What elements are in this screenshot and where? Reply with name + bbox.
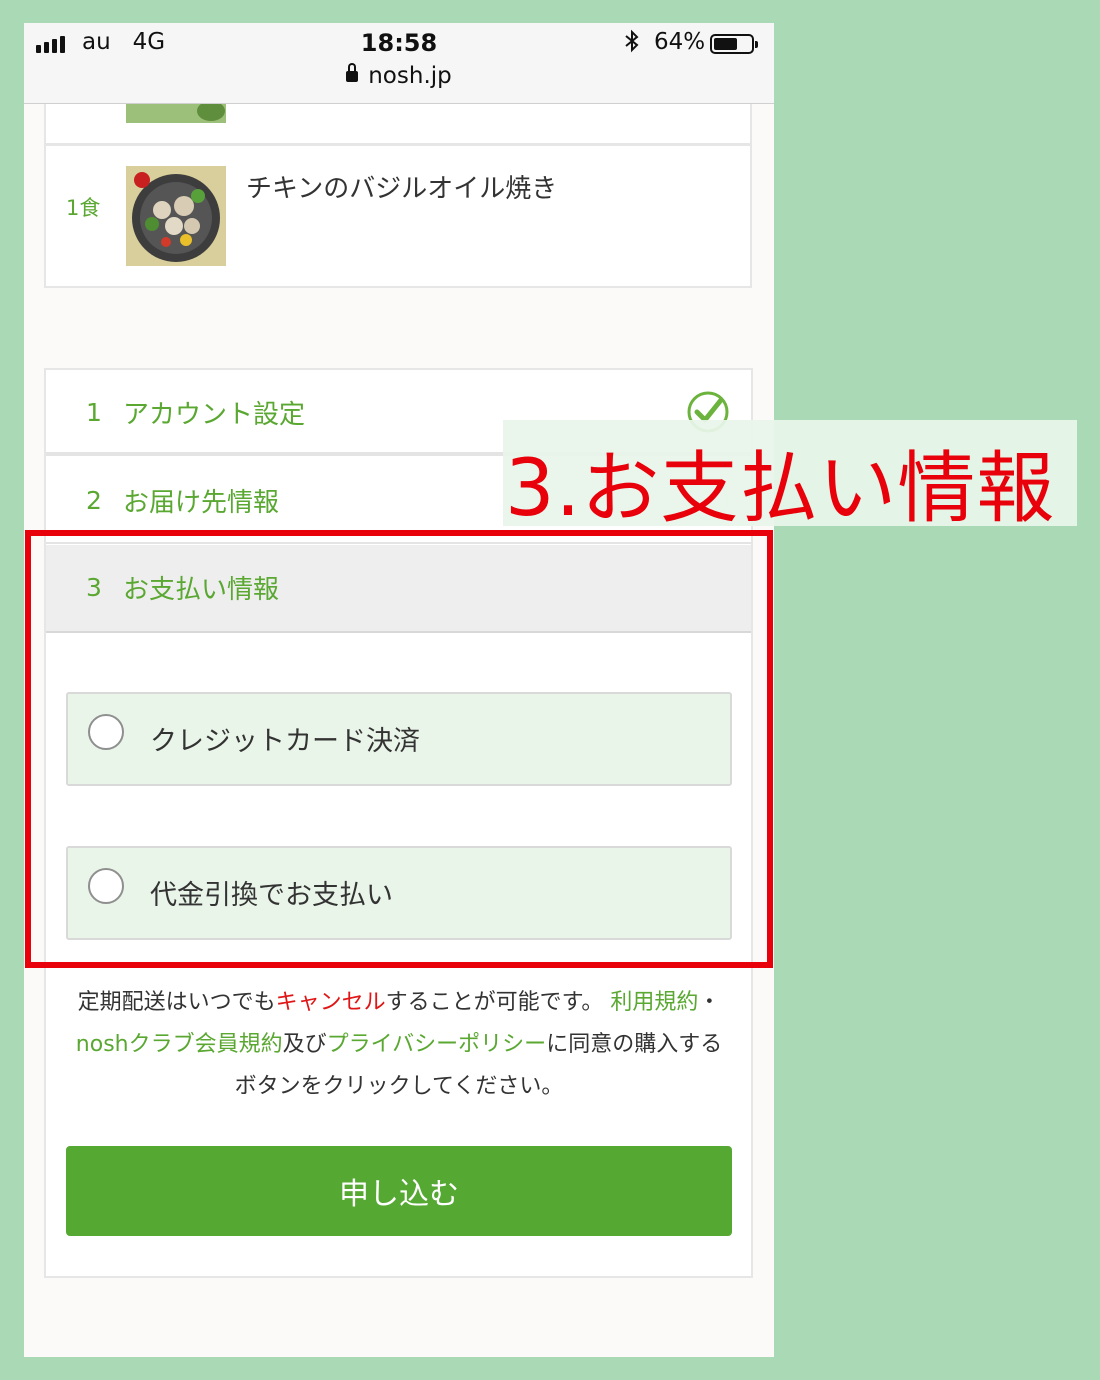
note-separator: ・	[698, 990, 721, 1015]
battery-fill	[714, 38, 738, 50]
battery-percent: 64%	[654, 29, 706, 55]
terms-link[interactable]: 利用規約	[610, 990, 698, 1015]
step-number: 2	[86, 486, 102, 515]
battery-icon	[710, 34, 758, 54]
lock-icon	[346, 63, 359, 82]
meal-card: 1食 チキンのバジルオイル焼き	[44, 144, 752, 288]
cancel-link[interactable]: キャンセル	[276, 990, 386, 1015]
club-terms-link[interactable]: noshクラブ会員規約	[76, 1032, 283, 1057]
note-text: 及び	[282, 1032, 327, 1057]
step-label: お届け先情報	[123, 488, 280, 518]
step-number: 1	[86, 398, 102, 427]
address-bar[interactable]: nosh.jp	[24, 63, 774, 89]
note-text: することが可能です。	[385, 990, 611, 1015]
submit-button[interactable]: 申し込む	[66, 1146, 732, 1236]
annotation-callout: 3.お支払い情報	[503, 420, 1077, 534]
meal-name: チキンのバジルオイル焼き	[246, 174, 558, 204]
status-bar: au 4G 18:58 nosh.jp 64%	[24, 23, 774, 104]
step-label: アカウント設定	[123, 400, 306, 430]
url-text: nosh.jp	[368, 63, 452, 89]
annotation-highlight-box	[25, 530, 773, 968]
note-text: 定期配送はいつでも	[77, 990, 276, 1015]
meal-photo	[126, 166, 226, 266]
terms-note: 定期配送はいつでもキャンセルすることが可能です。 利用規約・ noshクラブ会員規…	[74, 982, 724, 1108]
privacy-policy-link[interactable]: プライバシーポリシー	[327, 1032, 547, 1057]
bluetooth-icon	[625, 29, 639, 53]
annotation-label: 3.お支払い情報	[505, 444, 1056, 534]
meal-quantity: 1食	[66, 196, 101, 220]
